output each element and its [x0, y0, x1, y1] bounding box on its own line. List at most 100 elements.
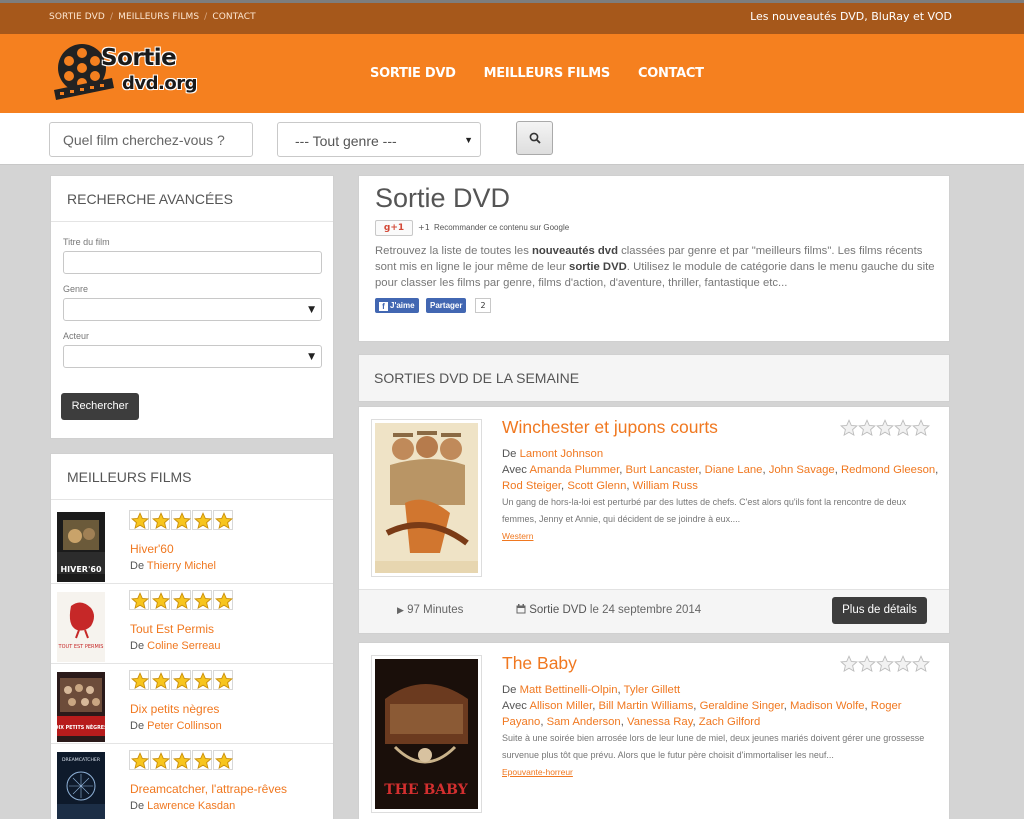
actor-link[interactable]: Madison Wolfe — [790, 700, 865, 712]
play-icon: ▶ — [397, 605, 404, 615]
star-icon — [192, 590, 212, 610]
film-title[interactable]: Winchester et jupons courts — [502, 417, 718, 438]
google-plus-text: Recommander ce contenu sur Google — [434, 223, 570, 232]
film-genre-link[interactable]: Epouvante-horreur — [502, 767, 573, 777]
genre-select[interactable]: --- Tout genre --- ▼ — [277, 122, 481, 157]
film-poster[interactable] — [371, 419, 482, 577]
advanced-search-panel: RECHERCHE AVANCÉES Titre du film Genre ▼… — [50, 175, 334, 439]
actor-link[interactable]: Bill Martin Williams — [599, 700, 694, 712]
best-film-director-line: De Lawrence Kasdan — [130, 800, 236, 812]
search-icon — [529, 132, 541, 144]
best-film-director-line: De Thierry Michel — [130, 560, 216, 572]
top-link-meilleurs-films[interactable]: MEILLEURS FILMS — [118, 12, 199, 22]
rating-stars — [129, 750, 233, 770]
caret-down-icon: ▼ — [308, 352, 315, 362]
actor-link[interactable]: Sam Anderson — [547, 716, 621, 728]
star-icon — [858, 419, 876, 437]
rating-stars[interactable] — [840, 419, 930, 437]
actor-link[interactable]: John Savage — [769, 464, 835, 476]
google-plus-button[interactable]: g+1 — [375, 220, 413, 236]
top-link-contact[interactable]: CONTACT — [212, 12, 255, 22]
best-film-director[interactable]: Coline Serreau — [147, 640, 220, 652]
week-releases-header: SORTIES DVD DE LA SEMAINE — [358, 354, 950, 402]
star-icon — [150, 670, 170, 690]
best-film-item[interactable]: DREAMCATCHER Dreamcatcher, l'attrape-rêv… — [51, 744, 333, 819]
actor-link[interactable]: Amanda Plummer — [529, 464, 619, 476]
facebook-share-button[interactable]: Partager — [426, 298, 467, 313]
best-film-title[interactable]: Tout Est Permis — [130, 622, 214, 636]
poster-image: DREAMCATCHER — [57, 752, 105, 819]
actor-link[interactable]: Vanessa Ray — [627, 716, 693, 728]
star-icon — [150, 750, 170, 770]
best-films-panel: MEILLEURS FILMS HIVER'60 Hiver'60 De Thi… — [50, 453, 334, 819]
star-icon — [171, 510, 191, 530]
logo-text-bottom: dvd.org — [122, 73, 197, 94]
best-film-title[interactable]: Dix petits nègres — [130, 702, 219, 716]
nav-meilleurs-films[interactable]: MEILLEURS FILMS — [484, 66, 611, 81]
film-card: Winchester et jupons courts De Lamont Jo… — [358, 406, 950, 634]
best-film-item[interactable]: DIX PETITS NÈGRES Dix petits nègres De P… — [51, 664, 333, 744]
nav-contact[interactable]: CONTACT — [638, 66, 704, 81]
actor-link[interactable]: Redmond Gleeson — [841, 464, 935, 476]
star-icon — [171, 590, 191, 610]
caret-down-icon: ▼ — [464, 135, 473, 145]
genre-field[interactable]: ▼ — [63, 298, 322, 321]
actor-link[interactable]: Allison Miller — [529, 700, 592, 712]
facebook-icon: f — [379, 302, 388, 311]
nav-sortie-dvd[interactable]: SORTIE DVD — [370, 66, 456, 81]
logo-text-top: Sortie — [101, 45, 177, 71]
site-logo[interactable]: Sortie dvd.org — [52, 36, 202, 108]
rating-stars[interactable] — [840, 655, 930, 673]
top-strip: SORTIE DVD / MEILLEURS FILMS / CONTACT Les n… — [0, 0, 1024, 34]
actor-link[interactable]: Rod Steiger — [502, 480, 561, 492]
site-tagline: Les nouveautés DVD, BluRay et VOD — [750, 10, 952, 23]
actor-link[interactable]: Diane Lane — [705, 464, 763, 476]
star-icon — [876, 419, 894, 437]
film-actors: Avec Amanda Plummer, Burt Lancaster, Dia… — [502, 464, 939, 492]
star-icon — [129, 590, 149, 610]
director-link[interactable]: Lamont Johnson — [520, 448, 604, 460]
actor-link[interactable]: Burt Lancaster — [626, 464, 699, 476]
star-icon — [192, 670, 212, 690]
poster-image: HIVER'60 — [57, 512, 105, 582]
film-poster[interactable]: THE BABY — [371, 655, 482, 813]
best-film-item[interactable]: TOUT EST PERMIS Tout Est Permis De Colin… — [51, 584, 333, 664]
poster-image: THE BABY — [375, 659, 478, 809]
star-icon — [858, 655, 876, 673]
star-icon — [213, 510, 233, 530]
genre-select-value: --- Tout genre --- — [295, 133, 397, 149]
director-link[interactable]: Tyler Gillett — [624, 684, 681, 696]
poster-title: DREAMCATCHER — [62, 757, 101, 763]
film-title[interactable]: The Baby — [502, 653, 577, 674]
top-link-sortie-dvd[interactable]: SORTIE DVD — [49, 12, 105, 22]
director-link[interactable]: Matt Bettinelli-Olpin — [520, 684, 618, 696]
best-film-title[interactable]: Hiver'60 — [130, 542, 174, 556]
title-field-label: Titre du film — [63, 237, 110, 247]
poster-title: THE BABY — [384, 782, 468, 798]
facebook-like-button[interactable]: f J'aime — [375, 298, 419, 313]
film-search-input[interactable] — [49, 122, 253, 157]
best-film-item[interactable]: HIVER'60 Hiver'60 De Thierry Michel — [51, 504, 333, 584]
film-synopsis: Un gang de hors-la-loi est perturbé par … — [502, 497, 907, 524]
film-genre-link[interactable]: Western — [502, 531, 534, 541]
search-button[interactable] — [516, 121, 553, 155]
actor-field[interactable]: ▼ — [63, 345, 322, 368]
film-card: THE BABY The Baby De Matt Bettinelli-Olp… — [358, 642, 950, 819]
actor-link[interactable]: William Russ — [633, 480, 698, 492]
poster-image: DIX PETITS NÈGRES — [57, 672, 105, 742]
advanced-search-button[interactable]: Rechercher — [61, 393, 139, 420]
search-bar: --- Tout genre --- ▼ — [0, 113, 1024, 165]
film-card-footer: ▶ 97 Minutes Sortie DVD le 24 septembre … — [359, 589, 949, 633]
more-details-button[interactable]: Plus de détails — [832, 597, 927, 624]
star-icon — [876, 655, 894, 673]
google-plus-count: +1 — [418, 223, 430, 232]
actor-link[interactable]: Scott Glenn — [567, 480, 626, 492]
title-field[interactable] — [63, 251, 322, 274]
best-film-director[interactable]: Lawrence Kasdan — [147, 800, 235, 812]
best-film-director[interactable]: Thierry Michel — [147, 560, 216, 572]
actor-link[interactable]: Geraldine Singer — [700, 700, 784, 712]
best-film-director[interactable]: Peter Collinson — [147, 720, 222, 732]
star-icon — [912, 655, 930, 673]
actor-link[interactable]: Zach Gilford — [699, 716, 761, 728]
best-film-title[interactable]: Dreamcatcher, l'attrape-rêves — [130, 782, 287, 796]
